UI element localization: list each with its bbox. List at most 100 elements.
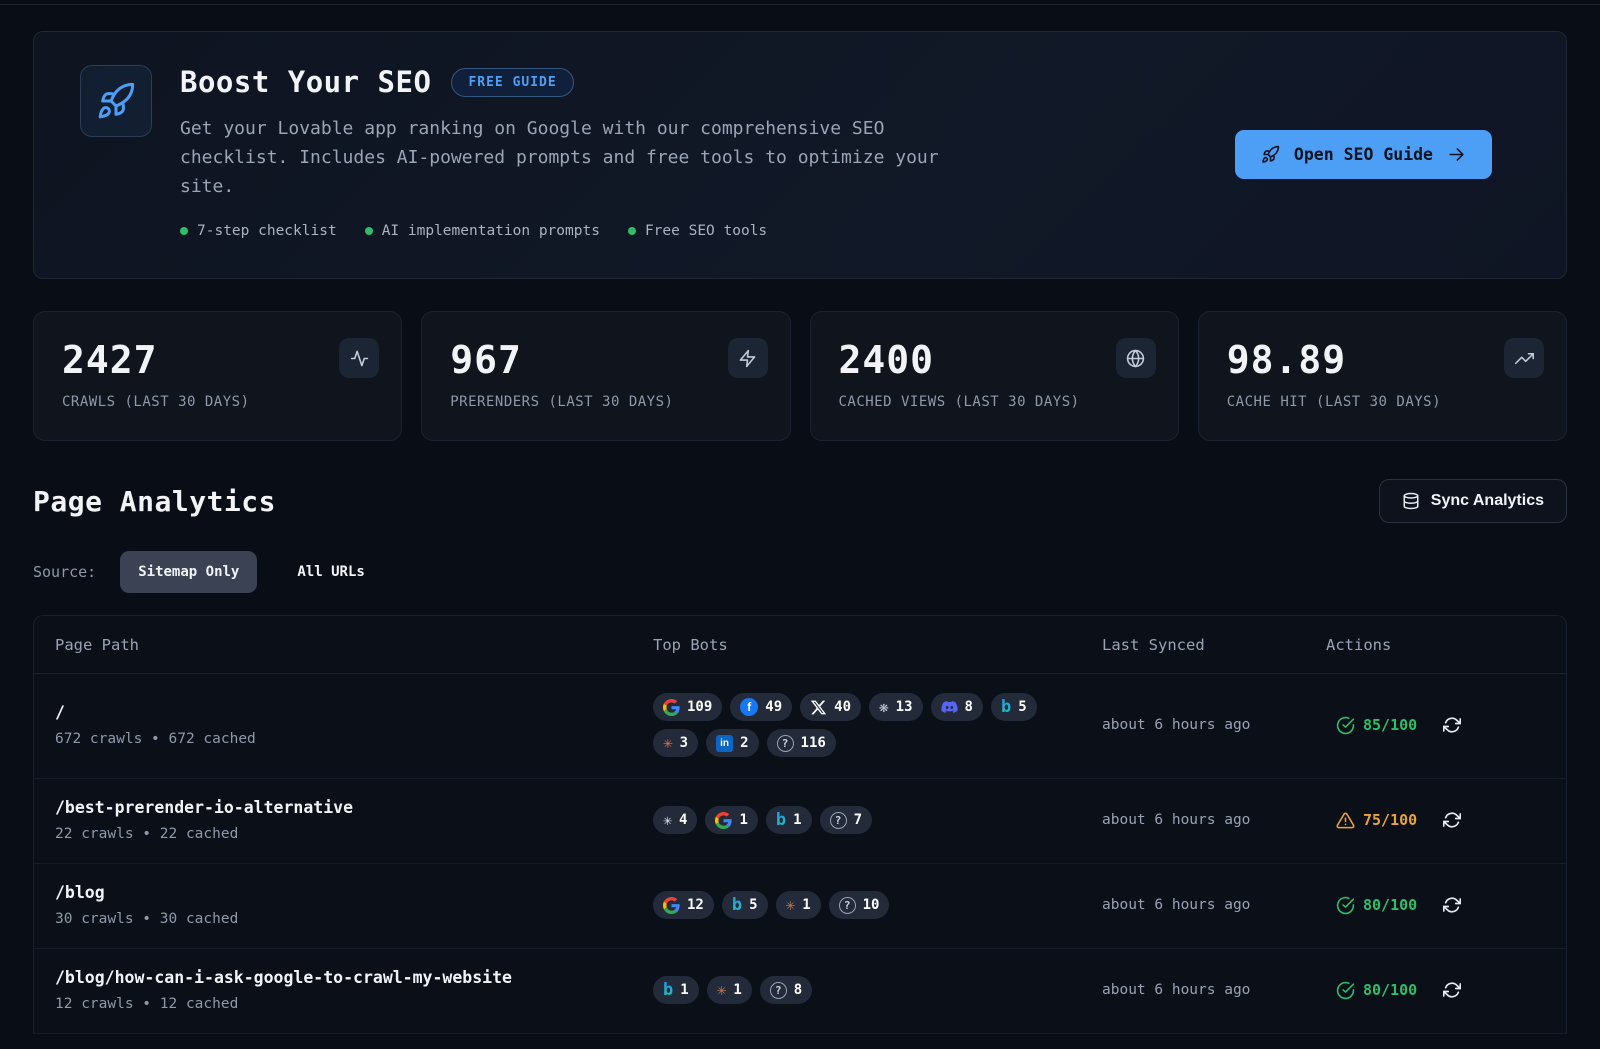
bing-bot-icon: b	[663, 982, 673, 999]
page-path[interactable]: /best-prerender-io-alternative	[55, 798, 653, 817]
page-path-cell: /best-prerender-io-alternative22 crawls …	[55, 798, 653, 842]
last-synced-cell: about 6 hours ago	[1102, 717, 1326, 733]
banner-features: 7-step checklist AI implementation prompt…	[180, 223, 970, 239]
actions-cell: 85/100	[1326, 716, 1566, 735]
bot-count: 13	[896, 699, 913, 715]
source-option-sitemap-only[interactable]: Sitemap Only	[120, 551, 257, 593]
bot-badge-bing: b1	[766, 806, 812, 834]
source-toggle: Sitemap Only All URLs	[120, 551, 383, 593]
crawl-meta: 672 crawls • 672 cached	[55, 731, 653, 747]
bot-badge-google: 109	[653, 693, 722, 721]
page-content: Boost Your SEO FREE GUIDE Get your Lovab…	[0, 31, 1600, 1034]
stat-label: CACHED VIEWS (LAST 30 DAYS)	[839, 394, 1080, 410]
bot-count: 1	[680, 982, 688, 998]
unknown-bot-icon: ?	[830, 812, 847, 829]
bot-count: 40	[834, 699, 851, 715]
check-circle-icon	[1336, 981, 1355, 1000]
bot-count: 8	[794, 982, 802, 998]
check-circle-icon	[1336, 716, 1355, 735]
page-path[interactable]: /	[55, 703, 653, 722]
green-dot-icon	[628, 227, 636, 235]
source-option-all-urls[interactable]: All URLs	[279, 551, 382, 593]
table-header-row: Page PathTop BotsLast SyncedActions	[34, 616, 1566, 674]
banner-feature: Free SEO tools	[628, 223, 767, 239]
cta-label: Open SEO Guide	[1294, 145, 1433, 164]
claude-bot-icon: ✳	[717, 982, 727, 998]
globe-icon	[1116, 338, 1156, 378]
refresh-button[interactable]	[1443, 811, 1461, 829]
facebook-bot-icon: f	[740, 698, 758, 716]
arrow-right-icon	[1447, 145, 1466, 164]
banner-feature: AI implementation prompts	[365, 223, 600, 239]
last-synced-cell: about 6 hours ago	[1102, 982, 1326, 998]
sync-analytics-button[interactable]: Sync Analytics	[1379, 479, 1567, 523]
refresh-button[interactable]	[1443, 896, 1461, 914]
refresh-button[interactable]	[1443, 716, 1461, 734]
seo-score-good: 85/100	[1336, 716, 1417, 735]
bot-count: 1	[733, 982, 741, 998]
table-row: /blog30 crawls • 30 cached12b5✳1?10about…	[34, 864, 1566, 949]
stats-row: 2427CRAWLS (LAST 30 DAYS)967PRERENDERS (…	[33, 311, 1567, 441]
rocket-icon	[1261, 145, 1280, 164]
seo-score-good: 80/100	[1336, 981, 1417, 1000]
refresh-icon	[1443, 896, 1461, 914]
spider-bot-icon: ✳	[663, 813, 672, 828]
page-analytics-table: Page PathTop BotsLast SyncedActions / 672…	[33, 615, 1567, 1034]
green-dot-icon	[180, 227, 188, 235]
bot-badge-claude: ✳3	[653, 729, 698, 757]
score-value: 85/100	[1363, 716, 1417, 734]
unknown-bot-icon: ?	[777, 735, 794, 752]
actions-cell: 80/100	[1326, 896, 1566, 915]
bot-badge-claude: ✳1	[776, 891, 821, 919]
page-path[interactable]: /blog	[55, 883, 653, 902]
bot-badge-bing: b1	[653, 976, 699, 1004]
bot-count: 7	[854, 812, 862, 828]
page-path[interactable]: /blog/how-can-i-ask-google-to-crawl-my-w…	[55, 968, 653, 987]
column-header: Last Synced	[1102, 636, 1326, 654]
crawl-meta: 12 crawls • 12 cached	[55, 996, 653, 1012]
source-label: Source:	[33, 563, 96, 581]
open-seo-guide-button[interactable]: Open SEO Guide	[1235, 130, 1492, 179]
bot-count: 49	[765, 699, 782, 715]
column-header: Actions	[1326, 636, 1566, 654]
bing-bot-icon: b	[1001, 699, 1011, 716]
analytics-header: Page Analytics Sync Analytics	[33, 479, 1567, 523]
bot-badge-facebook: f 49	[730, 693, 792, 721]
bot-count: 3	[680, 735, 688, 751]
google-bot-icon	[663, 897, 680, 914]
unknown-bot-icon: ?	[770, 982, 787, 999]
activity-icon	[339, 338, 379, 378]
green-dot-icon	[365, 227, 373, 235]
stat-card: 2400CACHED VIEWS (LAST 30 DAYS)	[810, 311, 1179, 441]
bot-count: 5	[749, 897, 757, 913]
bot-badge-google: 1	[705, 806, 757, 834]
table-body: /672 crawls • 672 cached109f4940❋138b5✳3…	[34, 674, 1566, 1034]
stat-label: CRAWLS (LAST 30 DAYS)	[62, 394, 250, 410]
source-row: Source: Sitemap Only All URLs	[33, 551, 1567, 593]
bot-badge-x: 40	[800, 693, 861, 721]
refresh-icon	[1443, 981, 1461, 999]
bot-count: 5	[1018, 699, 1026, 715]
bot-count: 1	[802, 897, 810, 913]
bot-count: 4	[679, 812, 687, 828]
score-value: 80/100	[1363, 981, 1417, 999]
unknown-bot-icon: ?	[839, 897, 856, 914]
bot-count: 12	[687, 897, 704, 913]
page-analytics-title: Page Analytics	[33, 485, 276, 518]
column-header: Top Bots	[653, 636, 1102, 654]
seo-banner: Boost Your SEO FREE GUIDE Get your Lovab…	[33, 31, 1567, 279]
bot-count: 2	[740, 735, 748, 751]
x-bot-icon	[810, 699, 827, 716]
column-header: Page Path	[55, 636, 653, 654]
banner-body: Boost Your SEO FREE GUIDE Get your Lovab…	[180, 65, 970, 239]
free-guide-badge: FREE GUIDE	[451, 68, 573, 97]
claude-bot-icon: ✳	[663, 735, 673, 751]
refresh-button[interactable]	[1443, 981, 1461, 999]
trend-up-icon	[1504, 338, 1544, 378]
bot-badge-unknown: ?116	[767, 729, 836, 757]
banner-feature: 7-step checklist	[180, 223, 337, 239]
linkedin-bot-icon: in	[716, 735, 733, 752]
discord-bot-icon	[941, 699, 958, 716]
top-divider	[0, 4, 1600, 5]
bot-badge-claude: ✳1	[707, 976, 752, 1004]
